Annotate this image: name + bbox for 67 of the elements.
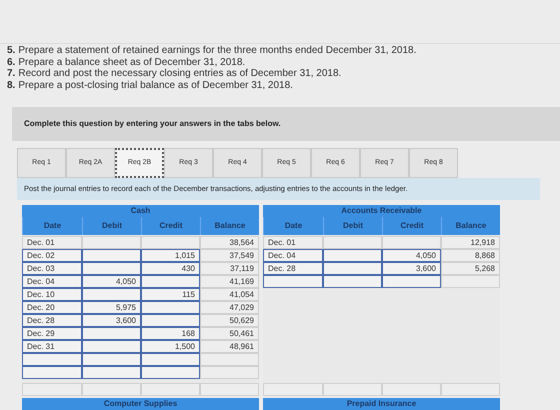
table-cell: [200, 353, 259, 366]
input-field[interactable]: [82, 262, 141, 275]
credit-field[interactable]: 1,500: [141, 340, 200, 353]
date-field[interactable]: Dec. 20: [22, 301, 82, 314]
input-field[interactable]: [141, 275, 200, 288]
input-field[interactable]: [323, 262, 382, 275]
ledger-title: Computer Supplies: [22, 398, 259, 410]
prompt-text: Complete this question by entering your answers in the tabs below.: [24, 118, 281, 130]
balance-cell: 41,054: [200, 288, 259, 301]
date-cell: Dec. 01: [22, 236, 82, 249]
credit-field[interactable]: 4,050: [382, 249, 441, 262]
instruction-text: Prepare a balance sheet as of December 31, 2018.: [18, 56, 246, 68]
date-field[interactable]: Dec. 28: [263, 262, 323, 275]
balance-cell: 48,961: [200, 340, 259, 353]
balance-cell: 50,629: [200, 314, 259, 327]
balance-cell: 37,549: [200, 249, 259, 262]
item-number: 5.: [7, 45, 16, 56]
item-number: 8.: [7, 80, 16, 91]
credit-field[interactable]: 430: [141, 262, 200, 275]
date-field[interactable]: Dec. 10: [22, 288, 82, 301]
input-field[interactable]: [82, 288, 141, 301]
input-field[interactable]: [263, 275, 323, 288]
input-field[interactable]: [22, 366, 82, 379]
date-field[interactable]: Dec. 28: [22, 314, 82, 327]
input-field[interactable]: [141, 353, 200, 366]
balance-cell: 37,119: [200, 262, 259, 275]
date-cell: Dec. 01: [263, 236, 323, 249]
date-field[interactable]: Dec. 04: [263, 249, 323, 262]
balance-cell: 8,868: [441, 249, 500, 262]
input-field[interactable]: [141, 366, 200, 379]
input-field[interactable]: [82, 366, 141, 379]
balance-cell: 38,564: [200, 236, 259, 249]
balance-cell: 5,268: [441, 262, 500, 275]
balance-cell: 47,029: [200, 301, 259, 314]
instruction-text: Prepare a post-closing trial balance as of December 31, 2018.: [18, 80, 293, 91]
ledger-title: Prepaid Insurance: [263, 398, 500, 410]
date-field[interactable]: Dec. 31: [22, 340, 82, 353]
credit-field[interactable]: 115: [141, 288, 200, 301]
input-field[interactable]: [323, 249, 382, 262]
input-field[interactable]: [141, 301, 200, 314]
credit-field[interactable]: 1,015: [141, 249, 200, 262]
credit-field[interactable]: 3,600: [382, 262, 441, 275]
instruction-text: Prepare a statement of retained earnings for the three months ended December 31, 2018.: [18, 45, 416, 56]
debit-field[interactable]: 4,050: [82, 275, 141, 288]
input-field[interactable]: [82, 353, 141, 366]
input-field[interactable]: [82, 249, 141, 262]
input-field[interactable]: [323, 275, 382, 288]
credit-field[interactable]: 168: [141, 327, 200, 340]
balance-cell: 50,461: [200, 327, 259, 340]
input-field[interactable]: [141, 314, 200, 327]
debit-field[interactable]: 5,975: [82, 301, 141, 314]
ledger-title: Accounts Receivable: [263, 205, 500, 217]
item-number: 7.: [7, 68, 16, 80]
date-field[interactable]: Dec. 03: [22, 262, 82, 275]
input-field[interactable]: [382, 275, 441, 288]
input-field[interactable]: [82, 327, 141, 340]
date-field[interactable]: Dec. 29: [22, 327, 82, 340]
item-number: 6.: [7, 56, 16, 68]
balance-cell: 41,169: [200, 275, 259, 288]
input-field[interactable]: [22, 353, 82, 366]
input-field[interactable]: [82, 340, 141, 353]
ledger-title: Cash: [22, 205, 259, 217]
debit-field[interactable]: 3,600: [82, 314, 141, 327]
date-field[interactable]: Dec. 04: [22, 275, 82, 288]
date-field[interactable]: Dec. 02: [22, 249, 82, 262]
balance-cell: 12,918: [441, 236, 500, 249]
instruction-text: Record and post the necessary closing entries as of December 31, 2018.: [18, 68, 342, 80]
